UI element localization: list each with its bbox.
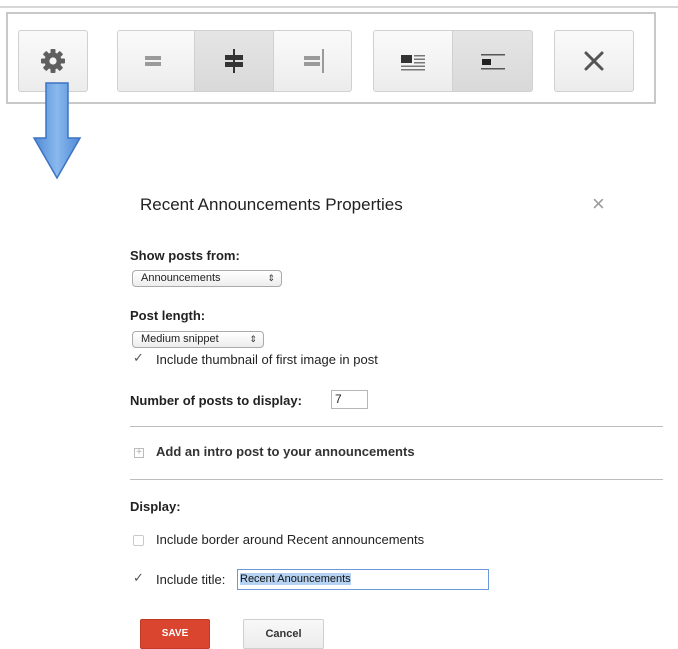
num-posts-label: Number of posts to display: [130,393,302,408]
align-right-button[interactable] [274,30,352,92]
widget-toolbar [6,12,656,104]
thumbnail-label: Include thumbnail of first image in post [156,352,378,367]
wrap-text-icon [401,55,425,71]
cancel-button[interactable]: Cancel [243,619,324,649]
align-right-icon [303,49,324,73]
post-length-select[interactable]: Medium snippet ⇕ [132,331,264,348]
alignment-group [117,30,352,92]
title-input[interactable]: Recent Anouncements [237,569,489,590]
save-button[interactable]: SAVE [140,619,210,649]
display-label: Display: [130,499,181,514]
show-posts-select[interactable]: Announcements ⇕ [132,270,282,287]
wrap-text-button[interactable] [373,30,453,92]
thumbnail-checkbox[interactable]: ✓ [133,350,144,366]
dialog-title: Recent Announcements Properties [140,195,403,214]
align-center-button[interactable] [195,30,274,92]
title-input-value: Recent Anouncements [240,573,351,585]
divider [130,479,663,480]
wrap-group [373,30,533,92]
remove-button[interactable] [554,30,634,92]
top-divider [0,6,678,8]
border-checkbox[interactable] [133,535,144,546]
num-posts-input[interactable]: 7 [331,390,368,409]
intro-post-link[interactable]: Add an intro post to your announcements [156,444,415,459]
title-label: Include title: [156,572,226,587]
gear-icon [41,49,65,73]
divider [130,426,663,427]
properties-dialog: Recent Announcements Properties × Show p… [130,180,670,649]
show-posts-value: Announcements [141,272,221,284]
align-left-icon [145,56,161,66]
inline-left-button[interactable] [453,30,533,92]
select-caret-icon: ⇕ [249,334,257,344]
close-icon [584,51,604,71]
dialog-close-icon[interactable]: × [592,193,605,215]
down-arrow-icon [32,82,82,180]
expand-plus-icon[interactable]: + [134,448,144,458]
title-checkbox[interactable]: ✓ [133,570,144,586]
post-length-label: Post length: [130,308,206,323]
post-length-value: Medium snippet [141,333,219,345]
show-posts-label: Show posts from: [130,248,240,263]
align-left-button[interactable] [117,30,195,92]
select-caret-icon: ⇕ [267,273,275,283]
border-label: Include border around Recent announcemen… [156,532,425,547]
align-center-icon [225,49,243,73]
inline-left-icon [480,54,505,70]
